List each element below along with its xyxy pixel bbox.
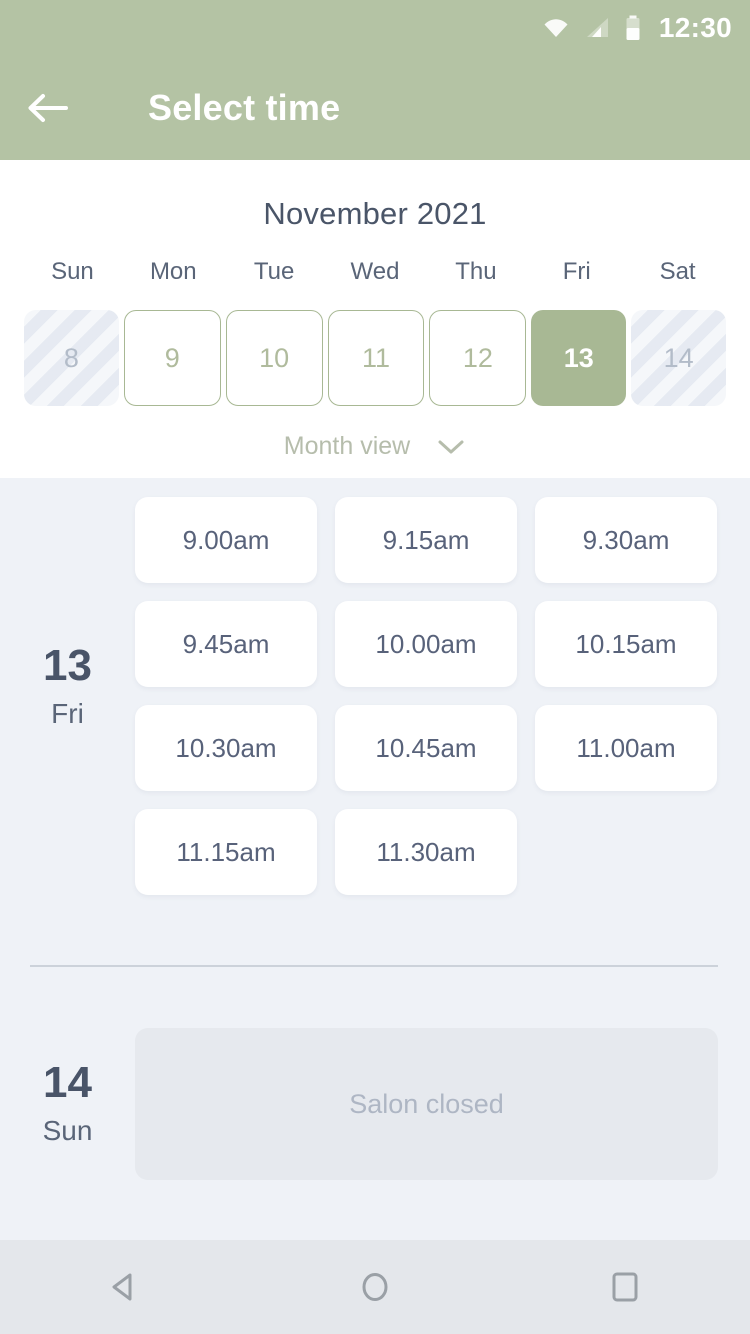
date-cell-13[interactable]: 13 xyxy=(531,310,627,406)
weekday-label: Thu xyxy=(455,258,497,285)
time-slot[interactable]: 11.15am xyxy=(135,809,317,895)
status-bar-clock: 12:30 xyxy=(658,12,732,43)
cellular-signal-icon xyxy=(585,16,611,40)
back-button[interactable] xyxy=(0,56,96,160)
schedule-day-14: 14 Sun Salon closed xyxy=(0,1028,750,1180)
weekday-header-row: Sun Mon Tue Wed Thu Fri Sat xyxy=(0,258,750,286)
schedule-list: 13 Fri 9.00am 9.15am 9.30am 9.45am 10.00… xyxy=(0,478,750,1240)
nav-recents-icon xyxy=(612,1272,638,1302)
time-slot[interactable]: 11.00am xyxy=(535,705,717,791)
month-title: November 2021 xyxy=(263,196,487,231)
section-divider xyxy=(30,965,718,967)
day-weekday: Sun xyxy=(42,1115,93,1146)
nav-home-button[interactable] xyxy=(315,1240,435,1334)
nav-back-icon xyxy=(112,1273,132,1301)
weekday-label: Mon xyxy=(149,258,197,285)
month-view-toggle[interactable]: Month view xyxy=(0,432,750,461)
time-slot[interactable]: 10.45am xyxy=(335,705,517,791)
android-nav-bar xyxy=(0,1240,750,1334)
time-slot[interactable]: 9.15am xyxy=(335,497,517,583)
salon-closed-card: Salon closed xyxy=(135,1028,718,1180)
date-cell-9[interactable]: 9 xyxy=(123,310,221,406)
battery-icon xyxy=(625,15,641,41)
nav-recents-button[interactable] xyxy=(565,1240,685,1334)
day-number: 14 xyxy=(43,1058,92,1107)
date-cell-10[interactable]: 10 xyxy=(225,310,323,406)
day-weekday: Fri xyxy=(51,697,84,729)
date-cell-14: 14 xyxy=(631,310,727,406)
status-bar: 12:30 xyxy=(0,0,750,56)
chevron-down-icon xyxy=(438,440,464,453)
time-slot-grid: 9.00am 9.15am 9.30am 9.45am 10.00am 10.1… xyxy=(135,478,735,895)
month-view-label: Month view xyxy=(283,432,411,460)
time-slot[interactable]: 9.30am xyxy=(535,497,717,583)
date-cell-11[interactable]: 11 xyxy=(327,310,425,406)
time-slot[interactable]: 10.15am xyxy=(535,601,717,687)
date-row: 8 9 10 11 12 13 14 xyxy=(0,310,750,406)
nav-home-icon xyxy=(362,1273,388,1301)
date-cell-12[interactable]: 12 xyxy=(429,310,527,406)
schedule-day-13: 13 Fri 9.00am 9.15am 9.30am 9.45am 10.00… xyxy=(0,478,750,895)
weekday-label: Tue xyxy=(253,258,295,285)
calendar-panel: November 2021 Sun Mon Tue Wed Thu Fri Sa… xyxy=(0,160,750,478)
day-number: 13 xyxy=(43,640,92,690)
app-bar: Select time xyxy=(0,56,750,160)
time-slot[interactable]: 10.30am xyxy=(135,705,317,791)
time-slot[interactable]: 10.00am xyxy=(335,601,517,687)
nav-back-button[interactable] xyxy=(65,1240,185,1334)
phone-screen: 12:30 Select time November 2021 Sun Mon … xyxy=(0,0,750,1334)
weekday-label: Fri xyxy=(562,258,591,285)
day-label-13: 13 Fri xyxy=(0,478,135,895)
time-slot[interactable]: 9.45am xyxy=(135,601,317,687)
weekday-label: Wed xyxy=(350,258,400,285)
time-slot[interactable]: 9.00am xyxy=(135,497,317,583)
time-slot[interactable]: 11.30am xyxy=(335,809,517,895)
weekday-label: Sun xyxy=(51,258,94,285)
wifi-icon xyxy=(541,16,571,40)
page-title: Select time xyxy=(148,87,341,128)
weekday-label: Sat xyxy=(659,258,696,285)
day-label-14: 14 Sun xyxy=(0,1028,135,1180)
date-cell-8: 8 xyxy=(24,310,119,406)
arrow-left-icon xyxy=(28,94,68,122)
